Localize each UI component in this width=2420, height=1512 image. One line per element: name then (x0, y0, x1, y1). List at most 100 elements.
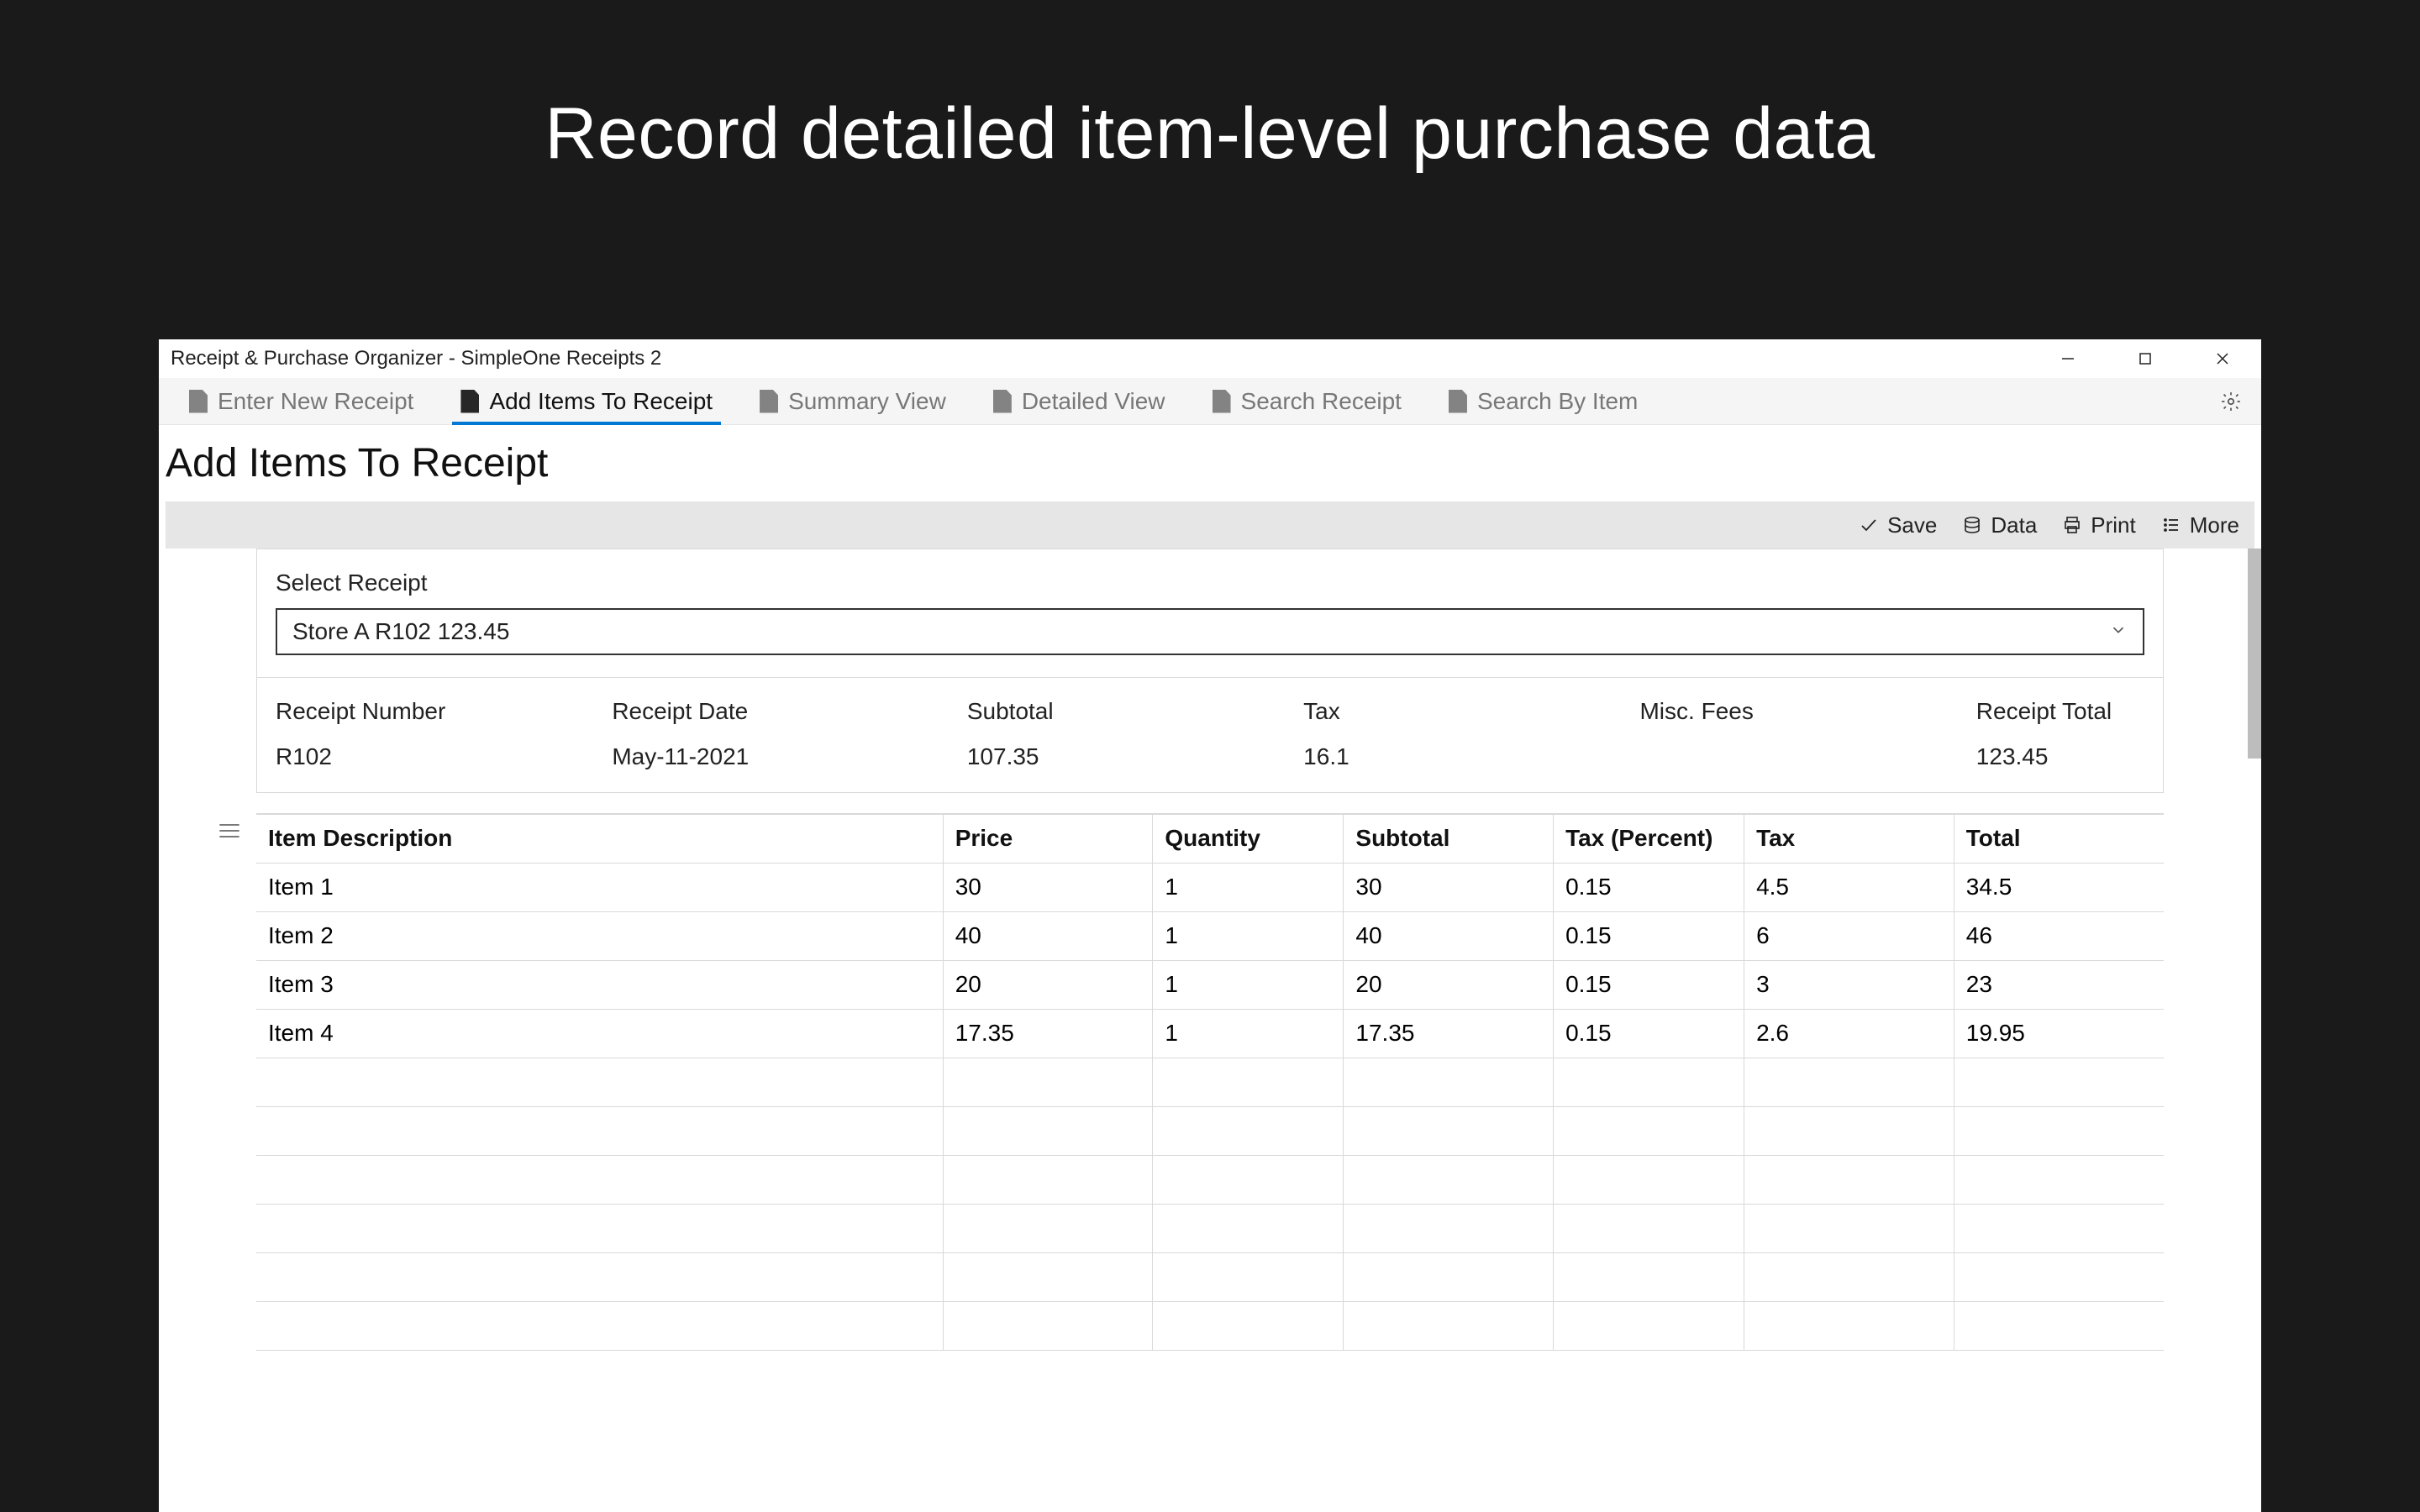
scrollbar[interactable] (2248, 549, 2261, 759)
cell-tax[interactable]: 6 (1744, 911, 1954, 960)
cell-empty[interactable] (1744, 1106, 1954, 1155)
cell-description[interactable]: Item 2 (256, 911, 943, 960)
cell-empty[interactable] (943, 1155, 1153, 1204)
cell-total[interactable]: 34.5 (1954, 863, 2164, 911)
cell-tax[interactable]: 3 (1744, 960, 1954, 1009)
col-header-total[interactable]: Total (1954, 814, 2164, 863)
cell-empty[interactable] (1344, 1058, 1554, 1106)
cell-empty[interactable] (1554, 1058, 1744, 1106)
cell-empty[interactable] (1554, 1155, 1744, 1204)
cell-empty[interactable] (943, 1058, 1153, 1106)
cell-empty[interactable] (1554, 1204, 1744, 1252)
cell-tax[interactable]: 2.6 (1744, 1009, 1954, 1058)
cell-subtotal[interactable]: 40 (1344, 911, 1554, 960)
settings-button[interactable] (2214, 385, 2248, 418)
cell-empty[interactable] (1344, 1252, 1554, 1301)
cell-empty[interactable] (1744, 1252, 1954, 1301)
cell-empty[interactable] (1954, 1155, 2164, 1204)
cell-empty[interactable] (1744, 1301, 1954, 1350)
cell-empty[interactable] (256, 1204, 943, 1252)
data-button[interactable]: Data (1962, 512, 2037, 538)
cell-subtotal[interactable]: 30 (1344, 863, 1554, 911)
cell-empty[interactable] (256, 1301, 943, 1350)
print-button[interactable]: Print (2062, 512, 2135, 538)
tab-search-by-item[interactable]: Search By Item (1425, 378, 1661, 424)
col-header-description[interactable]: Item Description (256, 814, 943, 863)
cell-empty[interactable] (1344, 1204, 1554, 1252)
cell-price[interactable]: 20 (943, 960, 1153, 1009)
table-row-empty[interactable] (256, 1106, 2164, 1155)
cell-price[interactable]: 40 (943, 911, 1153, 960)
cell-quantity[interactable]: 1 (1153, 960, 1344, 1009)
minimize-button[interactable] (2029, 339, 2107, 378)
cell-empty[interactable] (1153, 1301, 1344, 1350)
select-receipt-dropdown[interactable]: Store A R102 123.45 (276, 608, 2144, 655)
table-row-empty[interactable] (256, 1252, 2164, 1301)
table-row[interactable]: Item 417.35117.350.152.619.95 (256, 1009, 2164, 1058)
cell-quantity[interactable]: 1 (1153, 911, 1344, 960)
more-button[interactable]: More (2161, 512, 2239, 538)
table-row[interactable]: Item 3201200.15323 (256, 960, 2164, 1009)
table-row-empty[interactable] (256, 1301, 2164, 1350)
cell-quantity[interactable]: 1 (1153, 863, 1344, 911)
cell-price[interactable]: 30 (943, 863, 1153, 911)
table-row-empty[interactable] (256, 1058, 2164, 1106)
cell-tax_percent[interactable]: 0.15 (1554, 960, 1744, 1009)
cell-subtotal[interactable]: 20 (1344, 960, 1554, 1009)
cell-empty[interactable] (943, 1301, 1153, 1350)
cell-subtotal[interactable]: 17.35 (1344, 1009, 1554, 1058)
cell-tax_percent[interactable]: 0.15 (1554, 863, 1744, 911)
table-menu-icon[interactable] (218, 822, 241, 844)
table-row[interactable]: Item 2401400.15646 (256, 911, 2164, 960)
cell-description[interactable]: Item 1 (256, 863, 943, 911)
col-header-tax-percent[interactable]: Tax (Percent) (1554, 814, 1744, 863)
cell-empty[interactable] (1554, 1301, 1744, 1350)
cell-empty[interactable] (1744, 1155, 1954, 1204)
cell-empty[interactable] (1153, 1155, 1344, 1204)
col-header-subtotal[interactable]: Subtotal (1344, 814, 1554, 863)
tab-summary-view[interactable]: Summary View (736, 378, 970, 424)
cell-empty[interactable] (1344, 1155, 1554, 1204)
table-row-empty[interactable] (256, 1204, 2164, 1252)
cell-empty[interactable] (1554, 1252, 1744, 1301)
cell-empty[interactable] (1744, 1204, 1954, 1252)
cell-description[interactable]: Item 3 (256, 960, 943, 1009)
cell-tax_percent[interactable]: 0.15 (1554, 1009, 1744, 1058)
cell-empty[interactable] (1554, 1106, 1744, 1155)
cell-empty[interactable] (1153, 1204, 1344, 1252)
cell-empty[interactable] (256, 1058, 943, 1106)
cell-empty[interactable] (1153, 1106, 1344, 1155)
cell-empty[interactable] (1744, 1058, 1954, 1106)
cell-empty[interactable] (1954, 1252, 2164, 1301)
tab-detailed-view[interactable]: Detailed View (970, 378, 1189, 424)
cell-empty[interactable] (1344, 1301, 1554, 1350)
col-header-tax[interactable]: Tax (1744, 814, 1954, 863)
cell-tax[interactable]: 4.5 (1744, 863, 1954, 911)
cell-empty[interactable] (1153, 1058, 1344, 1106)
tab-add-items-to-receipt[interactable]: Add Items To Receipt (437, 378, 736, 424)
col-header-quantity[interactable]: Quantity (1153, 814, 1344, 863)
cell-quantity[interactable]: 1 (1153, 1009, 1344, 1058)
cell-total[interactable]: 46 (1954, 911, 2164, 960)
cell-price[interactable]: 17.35 (943, 1009, 1153, 1058)
cell-total[interactable]: 23 (1954, 960, 2164, 1009)
cell-empty[interactable] (943, 1252, 1153, 1301)
cell-tax_percent[interactable]: 0.15 (1554, 911, 1744, 960)
cell-empty[interactable] (256, 1155, 943, 1204)
cell-empty[interactable] (256, 1106, 943, 1155)
maximize-button[interactable] (2107, 339, 2184, 378)
cell-empty[interactable] (943, 1106, 1153, 1155)
table-row[interactable]: Item 1301300.154.534.5 (256, 863, 2164, 911)
col-header-price[interactable]: Price (943, 814, 1153, 863)
cell-empty[interactable] (1954, 1058, 2164, 1106)
cell-empty[interactable] (1344, 1106, 1554, 1155)
cell-empty[interactable] (1954, 1106, 2164, 1155)
cell-description[interactable]: Item 4 (256, 1009, 943, 1058)
cell-empty[interactable] (1153, 1252, 1344, 1301)
cell-empty[interactable] (1954, 1204, 2164, 1252)
table-row-empty[interactable] (256, 1155, 2164, 1204)
cell-empty[interactable] (256, 1252, 943, 1301)
cell-total[interactable]: 19.95 (1954, 1009, 2164, 1058)
save-button[interactable]: Save (1859, 512, 1937, 538)
cell-empty[interactable] (1954, 1301, 2164, 1350)
